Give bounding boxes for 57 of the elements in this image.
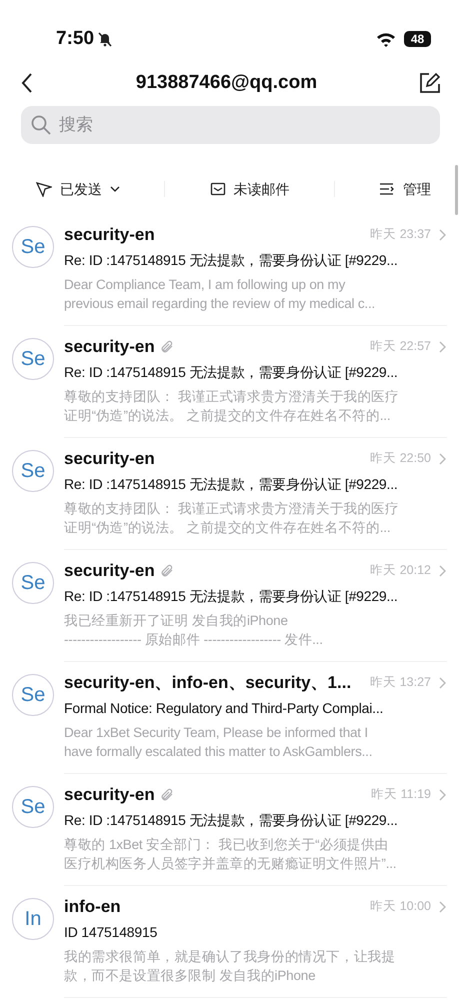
email-subject: Re: ID :1475148915 无法提款，需要身份认证 [#9229...: [64, 250, 399, 270]
avatar: Se: [12, 338, 54, 380]
chevron-right-icon: [439, 564, 447, 577]
search-field[interactable]: 搜索: [21, 106, 440, 144]
chevron-right-icon: [439, 452, 447, 465]
email-preview: 尊敬的 1xBet 安全部门： 我已收到您关于“必须提供由 医疗机构医务人员签字并盖章的无赌瘾证明文件照片”...: [64, 836, 398, 872]
toolbar-button[interactable]: 未读邮件: [210, 178, 290, 200]
compose-icon[interactable]: [419, 72, 441, 94]
email-preview: Dear Compliance Team, I am following up on my previous email regarding the review of my medical c...: [64, 276, 376, 312]
email-subject: Formal Notice: Regulatory and Third-Party Complai...: [64, 698, 384, 718]
chevron-down-icon: [110, 185, 120, 193]
email-subject: Re: ID :1475148915 无法提款，需要身份认证 [#9229...: [64, 474, 399, 494]
email-time: 昨天 11:19: [371, 786, 431, 804]
email-time: 昨天 22:57: [370, 338, 431, 356]
menu-icon: [379, 181, 395, 197]
wifi-icon: [376, 32, 396, 46]
email-time: 昨天 23:37: [370, 226, 431, 244]
email-subject: Re: ID :1475148915 无法提款，需要身份认证 [#9229...: [64, 586, 399, 606]
email-time: 昨天 22:50: [370, 450, 431, 468]
email-preview: Dear 1xBet Security Team, Please be informed that I have formally escalated this matter to AskGamblers...: [64, 724, 374, 760]
email-subject: ID 1475148915: [64, 922, 158, 942]
sender-name: security-en: [64, 336, 155, 358]
email-subject: Re: ID :1475148915 无法提款，需要身份认证 [#9229...: [64, 362, 399, 382]
chevron-right-icon: [439, 788, 447, 801]
avatar: In: [12, 898, 54, 940]
sender-name: security-en: [64, 784, 155, 806]
email-time: 昨天 13:27: [370, 674, 431, 692]
battery-icon: 48: [404, 31, 431, 47]
avatar: Se: [12, 674, 54, 716]
email-time: 昨天 20:12: [370, 562, 431, 580]
email-preview: 我已经重新开了证明 发自我的iPhone ------------------ 原始邮件 ------------------ 发件...: [64, 612, 324, 648]
sender-name: security-en、info-en、security、1...: [64, 672, 352, 694]
email-preview: 尊敬的支持团队： 我谨正式请求贵方澄清关于我的医疗 证明“伪造”的说法。 之前提交的文件存在姓名不符的...: [64, 500, 400, 536]
email-preview: 尊敬的支持团队： 我谨正式请求贵方澄清关于我的医疗 证明“伪造”的说法。 之前提交的文件存在姓名不符的...: [64, 388, 400, 424]
back-icon[interactable]: [20, 72, 34, 94]
header-title: 913887466@qq.com: [136, 70, 318, 95]
time: 7:50: [56, 26, 94, 51]
sender-name: security-en: [64, 560, 155, 582]
email-preview: 我的需求很简单，就是确认了我身份的情况下，让我提 款，而不是设置很多限制 发自我的iPhone: [64, 948, 396, 984]
sender-name: security-en: [64, 224, 155, 246]
toolbar-button[interactable]: 已发送: [36, 178, 120, 200]
avatar: Se: [12, 226, 54, 268]
chevron-right-icon: [439, 676, 447, 689]
email-subject: Re: ID :1475148915 无法提款，需要身份认证 [#9229...: [64, 810, 399, 830]
envelope-icon: [210, 181, 226, 197]
chevron-right-icon: [439, 228, 447, 241]
chevron-right-icon: [439, 900, 447, 913]
sender-name: security-en: [64, 448, 155, 470]
email-time: 昨天 10:00: [370, 898, 431, 916]
avatar: Se: [12, 786, 54, 828]
sender-name: info-en: [64, 896, 121, 918]
toolbar-button[interactable]: 管理: [379, 178, 431, 200]
search-icon: [31, 115, 51, 135]
avatar: Se: [12, 562, 54, 604]
avatar: Se: [12, 450, 54, 492]
chevron-right-icon: [439, 340, 447, 353]
send-icon: [36, 181, 52, 197]
